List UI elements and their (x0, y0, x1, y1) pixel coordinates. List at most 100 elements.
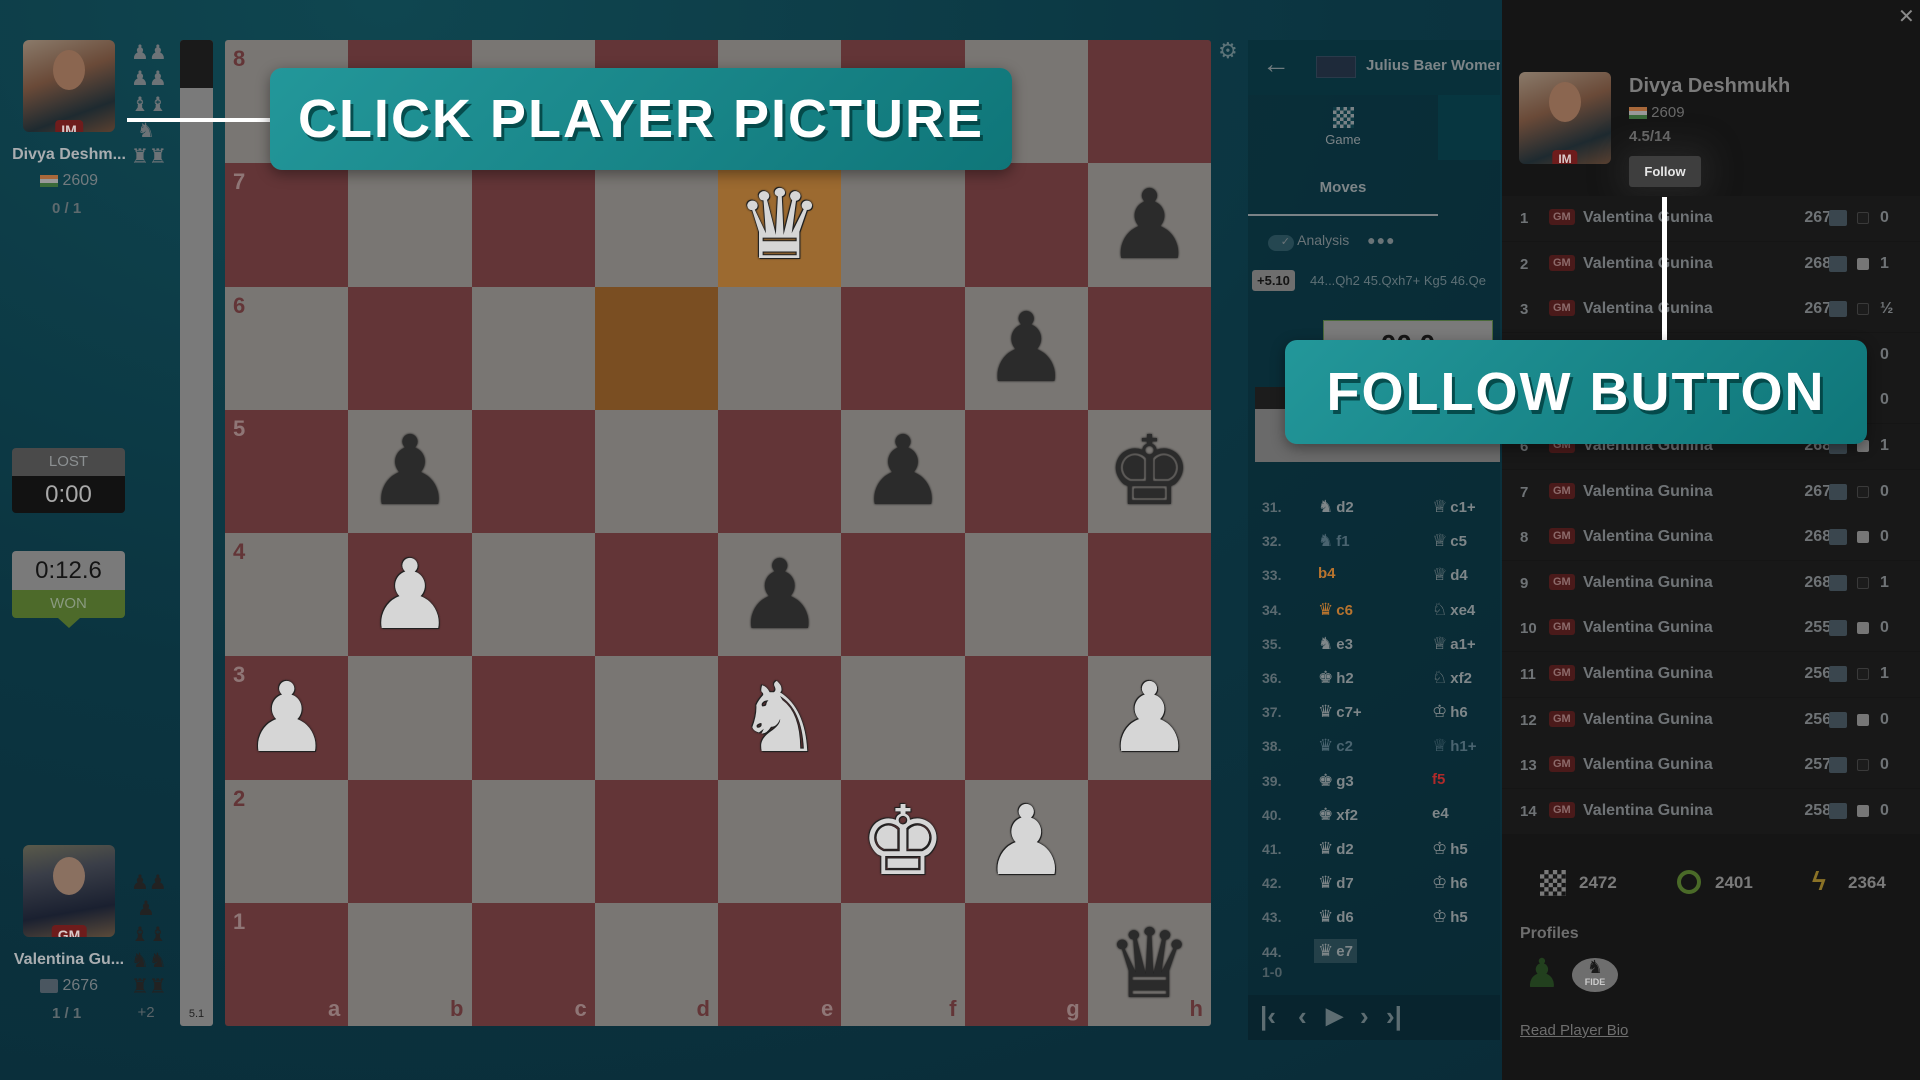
black-pawn-icon[interactable]: ♟ (348, 410, 471, 533)
square-c3[interactable] (471, 656, 595, 780)
square-g2[interactable]: ♟ (964, 779, 1088, 903)
back-arrow-icon[interactable]: ← (1262, 48, 1290, 80)
black-pawn-icon[interactable]: ♟ (718, 533, 841, 656)
black-move[interactable]: ♕ d4 (1432, 565, 1468, 585)
square-g1[interactable]: g (964, 902, 1088, 1026)
white-pawn-icon[interactable]: ♟ (1088, 656, 1211, 779)
square-g7[interactable] (964, 163, 1088, 287)
game-row[interactable]: 7 GM Valentina Gunina 2674 0 (1502, 469, 1920, 515)
game-row[interactable]: 1 GM Valentina Gunina 2676 0 (1502, 196, 1920, 241)
game-row[interactable]: 2 GM Valentina Gunina 2682 1 (1502, 241, 1920, 287)
square-g6[interactable]: ♟ (964, 286, 1088, 410)
square-a6[interactable]: 6 (225, 286, 349, 410)
white-move[interactable]: ♛ c7+ (1318, 702, 1362, 722)
black-move[interactable]: ♕ a1+ (1432, 634, 1476, 654)
square-f5[interactable]: ♟ (841, 409, 965, 533)
black-move[interactable]: ♘ xf2 (1432, 668, 1472, 688)
black-pawn-icon[interactable]: ♟ (965, 287, 1088, 410)
square-e2[interactable] (718, 779, 842, 903)
game-row[interactable]: 8 GM Valentina Gunina 2681 0 (1502, 515, 1920, 561)
square-e5[interactable] (718, 409, 842, 533)
game-row[interactable]: 9 GM Valentina Gunina 2687 1 (1502, 560, 1920, 606)
white-move[interactable]: ♛ c2 (1318, 736, 1353, 756)
black-move[interactable]: ♔ h6 (1432, 702, 1468, 722)
square-h5[interactable]: ♚ (1087, 409, 1211, 533)
bottom-player-name[interactable]: Valentina Gu... (0, 951, 139, 969)
game-row[interactable]: 13 GM Valentina Gunina 2572 0 (1502, 743, 1920, 789)
black-move[interactable]: ♘ xe4 (1432, 600, 1475, 620)
next-move-icon[interactable]: › (1360, 1001, 1369, 1032)
square-h6[interactable] (1087, 286, 1211, 410)
square-e4[interactable]: ♟ (718, 533, 842, 657)
square-f6[interactable] (841, 286, 965, 410)
tab-moves[interactable]: Moves (1248, 160, 1438, 216)
white-move[interactable]: ♚ g3 (1318, 771, 1354, 791)
last-move-icon[interactable]: ›| (1386, 1001, 1402, 1032)
black-move[interactable]: ♕ h1+ (1432, 736, 1477, 756)
chess-board[interactable]: 8 7 ♛ ♟ 6 ♟ 5 ♟ ♟ ♚ 4 ♟ ♟ 3 ♟ ♞ ♟ 2 ♚ ♟ 1 a b c d e f g h ♛ (225, 40, 1211, 1026)
white-move[interactable]: ♚ h2 (1318, 668, 1354, 688)
square-d3[interactable] (594, 656, 718, 780)
square-c5[interactable] (471, 409, 595, 533)
square-a3[interactable]: 3 ♟ (225, 656, 349, 780)
square-b4[interactable]: ♟ (348, 533, 472, 657)
square-g4[interactable] (964, 533, 1088, 657)
square-b3[interactable] (348, 656, 472, 780)
white-king-icon[interactable]: ♚ (841, 780, 964, 903)
black-pawn-icon[interactable]: ♟ (1088, 163, 1211, 286)
square-c2[interactable] (471, 779, 595, 903)
white-knight-icon[interactable]: ♞ (718, 656, 841, 779)
square-g5[interactable] (964, 409, 1088, 533)
white-move[interactable]: ♞ d2 (1318, 497, 1354, 517)
black-queen-icon[interactable]: ♛ (1088, 903, 1211, 1026)
square-d1[interactable]: d (594, 902, 718, 1026)
game-row[interactable]: 10 GM Valentina Gunina 2556 0 (1502, 606, 1920, 652)
tab-placeholder[interactable] (1438, 95, 1500, 160)
black-move[interactable]: e4 (1432, 805, 1449, 822)
square-d4[interactable] (594, 533, 718, 657)
square-c1[interactable]: c (471, 902, 595, 1026)
white-pawn-icon[interactable]: ♟ (348, 533, 471, 656)
white-move[interactable]: ♛ e7 (1314, 938, 1357, 963)
square-f3[interactable] (841, 656, 965, 780)
analysis-toggle[interactable]: ✓ Analysis ●●● (1268, 232, 1396, 251)
square-e7[interactable]: ♛ (718, 163, 842, 287)
black-move[interactable]: f5 (1432, 771, 1445, 788)
square-c4[interactable] (471, 533, 595, 657)
square-e3[interactable]: ♞ (718, 656, 842, 780)
top-player-photo[interactable]: IM (23, 40, 115, 132)
square-b2[interactable] (348, 779, 472, 903)
square-d7[interactable] (594, 163, 718, 287)
first-move-icon[interactable]: |‹ (1260, 1001, 1276, 1032)
square-f4[interactable] (841, 533, 965, 657)
square-h8[interactable] (1087, 40, 1211, 164)
square-e6[interactable] (718, 286, 842, 410)
top-player-name[interactable]: Divya Deshm... (0, 146, 139, 164)
square-g3[interactable] (964, 656, 1088, 780)
white-move[interactable]: ♞ e3 (1318, 634, 1353, 654)
event-title[interactable]: Julius Baer Women (1366, 57, 1500, 74)
square-b6[interactable] (348, 286, 472, 410)
square-h1[interactable]: h ♛ (1087, 902, 1211, 1026)
black-move[interactable]: ♔ h5 (1432, 907, 1468, 927)
square-a5[interactable]: 5 (225, 409, 349, 533)
square-a4[interactable]: 4 (225, 533, 349, 657)
square-f2[interactable]: ♚ (841, 779, 965, 903)
square-d5[interactable] (594, 409, 718, 533)
chesscom-profile-pawn-icon[interactable]: ♟ (1524, 951, 1560, 997)
black-move[interactable]: ♔ h5 (1432, 839, 1468, 859)
white-queen-icon[interactable]: ♛ (718, 163, 841, 286)
white-move[interactable]: ♛ c6 (1318, 600, 1353, 620)
tab-game[interactable]: Game (1248, 95, 1438, 160)
square-f7[interactable] (841, 163, 965, 287)
white-pawn-icon[interactable]: ♟ (225, 656, 348, 779)
white-move[interactable]: ♚ xf2 (1318, 805, 1358, 825)
white-move[interactable]: b4 (1318, 565, 1336, 582)
square-e1[interactable]: e (718, 902, 842, 1026)
square-c7[interactable] (471, 163, 595, 287)
play-icon[interactable]: ▶ (1326, 1003, 1343, 1029)
square-a2[interactable]: 2 (225, 779, 349, 903)
board-settings-gear-icon[interactable]: ⚙ (1218, 38, 1238, 64)
square-c6[interactable] (471, 286, 595, 410)
square-d6[interactable] (594, 286, 718, 410)
